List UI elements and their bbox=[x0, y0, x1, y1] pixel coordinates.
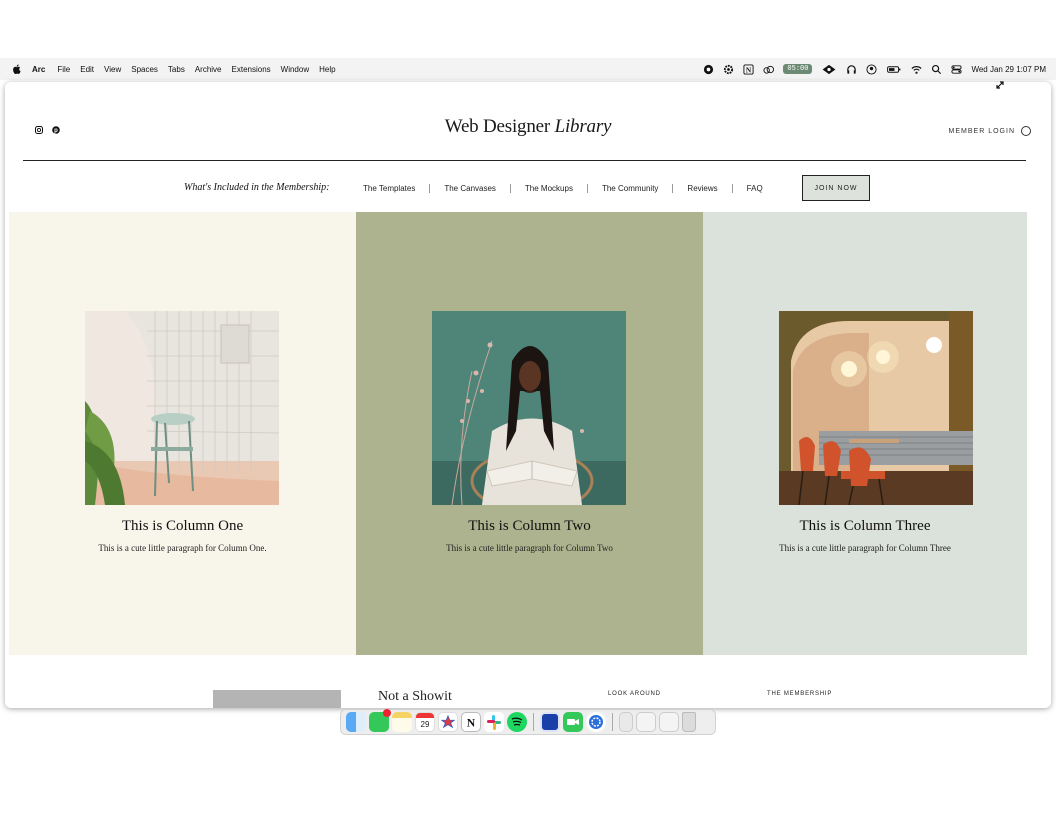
menu-file[interactable]: File bbox=[57, 65, 70, 74]
nav-link-community[interactable]: The Community bbox=[588, 184, 672, 193]
notion-icon[interactable]: N bbox=[461, 712, 481, 732]
column-one-photo bbox=[85, 311, 279, 505]
menu-view[interactable]: View bbox=[104, 65, 121, 74]
notes-icon[interactable] bbox=[392, 712, 412, 732]
join-now-button[interactable]: JOIN NOW bbox=[802, 175, 870, 201]
expand-icon[interactable] bbox=[994, 79, 1006, 91]
status-area: N 05:00 Wed Jan 29 1:07 PM bbox=[703, 58, 1046, 80]
document-icon[interactable] bbox=[619, 712, 633, 732]
spark-icon[interactable] bbox=[438, 712, 458, 732]
column-three-title: This is Column Three bbox=[799, 518, 931, 534]
search-icon[interactable] bbox=[931, 64, 942, 75]
column-one: This is Column One This is a cute little… bbox=[9, 212, 356, 655]
column-two: This is Column Two This is a cute little… bbox=[356, 212, 703, 655]
menu-spaces[interactable]: Spaces bbox=[131, 65, 158, 74]
slack-icon[interactable] bbox=[484, 712, 504, 732]
dock-separator bbox=[612, 713, 613, 731]
logo-main: Web Designer bbox=[444, 116, 555, 137]
star-icon bbox=[440, 714, 456, 729]
nav-link-mockups[interactable]: The Mockups bbox=[511, 184, 587, 193]
trash-icon[interactable] bbox=[682, 712, 696, 732]
downloads-stack-icon[interactable] bbox=[636, 712, 656, 732]
app-name-menu[interactable]: Arc bbox=[32, 65, 45, 74]
site-header: p Web Designer Library MEMBER LOGIN bbox=[5, 82, 1051, 162]
dock: 29 N bbox=[340, 709, 716, 735]
logo-italic: Library bbox=[554, 116, 612, 137]
gear-icon[interactable] bbox=[723, 64, 734, 75]
camera-icon bbox=[567, 719, 579, 725]
footer-section: Not a Showit LOOK AROUND THE MEMBERSHIP bbox=[5, 655, 1051, 708]
diamond-icon[interactable] bbox=[821, 64, 837, 75]
notion-n-icon: N bbox=[467, 717, 476, 730]
spotify-waves-icon bbox=[511, 717, 523, 726]
spotify-icon[interactable] bbox=[507, 712, 527, 732]
xcode-icon[interactable] bbox=[540, 712, 560, 732]
record-icon[interactable] bbox=[703, 64, 714, 75]
dock-separator bbox=[533, 713, 534, 731]
three-column-section: This is Column One This is a cute little… bbox=[9, 212, 1027, 655]
creative-cloud-icon[interactable] bbox=[763, 64, 775, 75]
menu-clock[interactable]: Wed Jan 29 1:07 PM bbox=[971, 65, 1046, 74]
browser-window: p Web Designer Library MEMBER LOGIN What… bbox=[5, 82, 1051, 708]
column-three-text: This is a cute little paragraph for Colu… bbox=[779, 543, 951, 553]
column-two-photo bbox=[432, 311, 626, 505]
menu-extensions[interactable]: Extensions bbox=[232, 65, 271, 74]
svg-text:N: N bbox=[746, 65, 752, 74]
apple-icon[interactable] bbox=[12, 64, 22, 74]
account-circle-icon bbox=[1021, 126, 1031, 136]
settings-icon[interactable] bbox=[586, 712, 606, 732]
column-three: This is Column Three This is a cute litt… bbox=[703, 212, 1027, 655]
menu-window[interactable]: Window bbox=[281, 65, 309, 74]
header-divider bbox=[23, 160, 1026, 161]
column-one-text: This is a cute little paragraph for Colu… bbox=[98, 543, 267, 553]
nav-link-canvases[interactable]: The Canvases bbox=[430, 184, 510, 193]
wifi-icon[interactable] bbox=[911, 64, 922, 75]
notification-badge bbox=[383, 709, 391, 717]
menu-archive[interactable]: Archive bbox=[195, 65, 222, 74]
membership-nav: What's Included in the Membership: The T… bbox=[5, 174, 1051, 204]
svg-text:N: N bbox=[467, 717, 476, 730]
facetime-icon[interactable] bbox=[563, 712, 583, 732]
column-three-photo bbox=[779, 311, 973, 505]
column-one-title: This is Column One bbox=[121, 518, 244, 534]
cog-icon bbox=[589, 715, 603, 729]
messages-icon[interactable] bbox=[369, 709, 391, 732]
footer-look-around: LOOK AROUND bbox=[608, 691, 661, 697]
footer-the-membership: THE MEMBERSHIP bbox=[767, 691, 833, 697]
site-logo[interactable]: Web Designer Library bbox=[5, 116, 1051, 138]
nav-link-reviews[interactable]: Reviews bbox=[673, 184, 731, 193]
footer-heading: Not a Showit bbox=[378, 689, 452, 704]
slack-hash-icon bbox=[487, 715, 501, 730]
headphones-icon[interactable] bbox=[846, 64, 857, 75]
finder-icon[interactable] bbox=[346, 712, 366, 732]
menu-bar: Arc File Edit View Spaces Tabs Archive E… bbox=[0, 58, 1056, 80]
menu-help[interactable]: Help bbox=[319, 65, 335, 74]
menu-edit[interactable]: Edit bbox=[80, 65, 94, 74]
member-login-link[interactable]: MEMBER LOGIN bbox=[949, 126, 1031, 136]
control-center-icon[interactable] bbox=[951, 64, 962, 75]
battery-icon[interactable] bbox=[886, 64, 902, 75]
nav-label: What's Included in the Membership: bbox=[184, 182, 330, 193]
column-two-text: This is a cute little paragraph for Colu… bbox=[446, 543, 613, 553]
timer-badge[interactable]: 05:00 bbox=[783, 64, 813, 74]
calendar-icon[interactable]: 29 bbox=[415, 712, 435, 732]
nav-link-templates[interactable]: The Templates bbox=[349, 184, 429, 193]
nav-link-faq[interactable]: FAQ bbox=[733, 184, 777, 193]
column-two-title: This is Column Two bbox=[468, 518, 591, 534]
footer-image bbox=[213, 690, 341, 708]
menu-tabs[interactable]: Tabs bbox=[168, 65, 185, 74]
screenshot-stack-icon[interactable] bbox=[659, 712, 679, 732]
member-login-label: MEMBER LOGIN bbox=[948, 127, 1015, 135]
user-icon[interactable] bbox=[866, 63, 877, 75]
notion-menu-icon[interactable]: N bbox=[743, 63, 754, 75]
nav-links: The Templates The Canvases The Mockups T… bbox=[349, 184, 777, 193]
